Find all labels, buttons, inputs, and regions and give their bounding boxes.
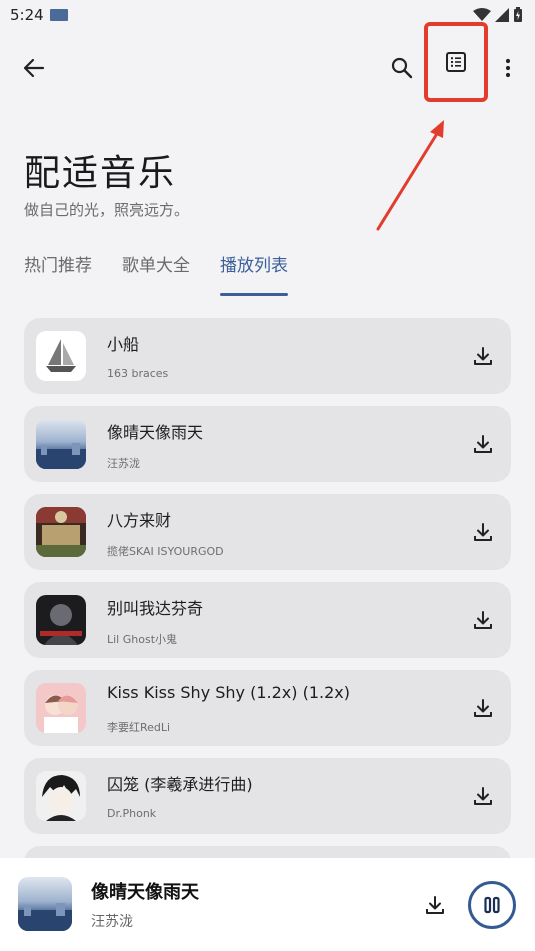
pause-icon [484,896,500,914]
download-button[interactable] [471,520,495,544]
song-title: Kiss Kiss Shy Shy (1.2x) (1.2x) [107,683,350,702]
song-artist: 汪苏泷 [107,457,140,470]
signal-icon [495,8,509,22]
album-art [36,507,86,557]
album-art [36,331,86,381]
download-button[interactable] [471,608,495,632]
song-list: 小船 163 braces 像晴天像雨天 汪苏泷 八方来财 揽佬SKAI ISY… [24,318,511,876]
tab-play-queue[interactable]: 播放列表 [220,252,288,296]
search-icon [391,57,413,79]
download-icon [474,787,492,805]
album-art [36,419,86,469]
download-icon [474,347,492,365]
list-item[interactable]: 囚笼 (李羲承进行曲) Dr.Phonk [24,758,511,834]
song-title: 别叫我达芬奇 [107,599,204,618]
download-icon [474,523,492,541]
download-icon [426,896,444,914]
now-playing-album-art [18,877,72,931]
song-title: 小船 [107,335,140,354]
wifi-icon [473,8,491,21]
notification-image-icon [49,9,68,21]
category-tabs: 热门推荐 歌单大全 播放列表 [24,252,288,296]
song-title: 囚笼 (李羲承进行曲) [107,775,253,794]
download-button[interactable] [471,432,495,456]
more-options-button[interactable] [496,52,520,84]
download-button[interactable] [471,784,495,808]
song-title: 像晴天像雨天 [107,423,204,442]
list-item[interactable]: 别叫我达芬奇 Lil Ghost小鬼 [24,582,511,658]
download-icon [474,611,492,629]
top-toolbar [0,22,535,102]
search-button[interactable] [386,52,418,84]
album-art [36,771,86,821]
now-playing-download-button[interactable] [422,892,448,918]
tab-playlists[interactable]: 歌单大全 [122,252,190,296]
song-artist: Lil Ghost小鬼 [107,633,178,646]
download-icon [474,435,492,453]
pause-button[interactable] [468,881,516,929]
back-button[interactable] [18,52,50,84]
page-title: 配适音乐 [24,153,177,194]
album-art [36,595,86,645]
song-artist: 李要红RedLi [107,721,171,734]
tab-hot-recommend[interactable]: 热门推荐 [24,252,92,296]
page-subtitle: 做自己的光，照亮远方。 [24,201,190,219]
now-playing-artist: 汪苏泷 [91,914,133,930]
album-art [36,683,86,733]
song-artist: 163 braces [107,367,169,380]
list-item[interactable]: 小船 163 braces [24,318,511,394]
playlist-view-button[interactable] [424,22,488,102]
download-button[interactable] [471,696,495,720]
now-playing-title: 像晴天像雨天 [91,882,199,903]
arrow-left-icon [23,58,45,78]
battery-icon [514,7,522,22]
download-button[interactable] [471,344,495,368]
now-playing-bar[interactable]: 像晴天像雨天 汪苏泷 [0,858,535,951]
more-vert-icon [505,58,511,78]
list-item[interactable]: 像晴天像雨天 汪苏泷 [24,406,511,482]
song-artist: 揽佬SKAI ISYOURGOD [107,545,224,558]
list-icon [446,52,466,72]
download-icon [474,699,492,717]
song-title: 八方来财 [107,511,172,530]
list-item[interactable]: 八方来财 揽佬SKAI ISYOURGOD [24,494,511,570]
status-time: 5:24 [10,6,44,24]
song-artist: Dr.Phonk [107,807,157,820]
list-item[interactable]: Kiss Kiss Shy Shy (1.2x) (1.2x) 李要红RedLi [24,670,511,746]
